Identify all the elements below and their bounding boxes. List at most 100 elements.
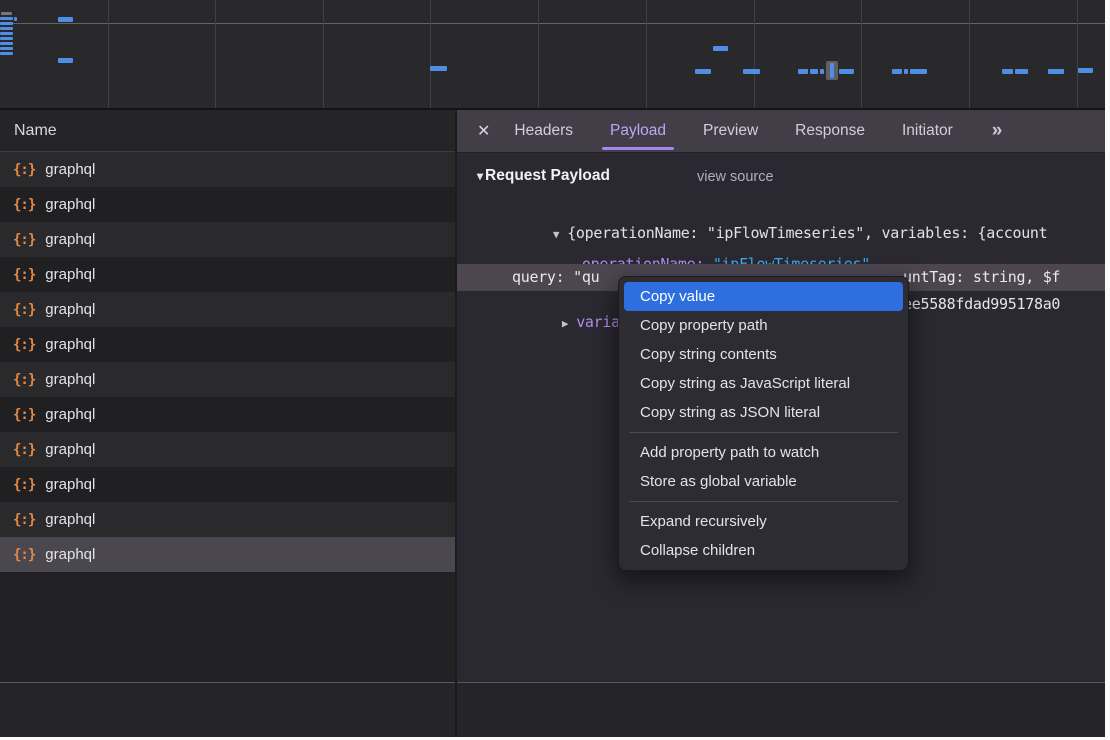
overview-request-bar	[0, 47, 13, 50]
menu-item-collapse-children[interactable]: Collapse children	[624, 536, 903, 565]
overview-request-bar	[904, 69, 908, 74]
json-braces-icon: {:}	[13, 512, 35, 528]
json-braces-icon: {:}	[13, 477, 35, 493]
menu-item-copy-string-contents[interactable]: Copy string contents	[624, 340, 903, 369]
tab-initiator[interactable]: Initiator	[902, 110, 953, 152]
overview-request-bar	[0, 22, 13, 25]
overview-request-bar	[713, 46, 728, 51]
window-edge-right	[1105, 0, 1110, 740]
tab-preview[interactable]: Preview	[703, 110, 758, 152]
menu-group: Add property path to watchStore as globa…	[619, 438, 908, 496]
request-payload-section[interactable]: ▾Request Payload	[477, 167, 610, 185]
network-overview-timeline[interactable]	[0, 0, 1105, 110]
overview-request-bar	[830, 63, 834, 78]
network-request-row[interactable]: {:} graphql	[0, 467, 455, 502]
request-name-label: graphql	[45, 476, 95, 493]
overview-request-bar	[1, 12, 12, 15]
network-request-row[interactable]: {:}graphql	[0, 222, 455, 257]
request-name-label: graphql	[45, 406, 95, 423]
menu-item-copy-string-as-javascript-literal[interactable]: Copy string as JavaScript literal	[624, 369, 903, 398]
overview-gridline-vertical	[969, 0, 970, 108]
json-braces-icon: {:}	[13, 302, 35, 318]
overview-request-bar	[798, 69, 808, 74]
overview-gridline-vertical	[861, 0, 862, 108]
network-request-row[interactable]: {:}graphql	[0, 432, 455, 467]
request-name-label: graphql	[45, 511, 95, 528]
view-source-link[interactable]: view source	[697, 169, 774, 185]
tab-headers[interactable]: Headers	[514, 110, 573, 152]
overview-request-bar	[810, 69, 818, 74]
overview-gridline-vertical	[323, 0, 324, 108]
overview-gridline-vertical	[538, 0, 539, 108]
network-request-row[interactable]: {:}graphql	[0, 537, 455, 572]
overview-gridline-vertical	[1077, 0, 1078, 108]
json-braces-icon: {:}	[13, 232, 35, 248]
overview-request-bar	[58, 58, 73, 63]
request-rows-container: {:} graphql {:} graphql {:} graphql {:} graphql…	[0, 152, 455, 572]
more-tabs-icon[interactable]: »	[992, 120, 1001, 142]
json-braces-icon: {:}	[13, 267, 35, 283]
json-braces-icon: {:}	[13, 372, 35, 388]
overview-request-bar	[1015, 69, 1028, 74]
menu-separator	[629, 432, 898, 433]
request-name-label: graphql	[45, 336, 95, 353]
network-request-row[interactable]: {:}graphql	[0, 292, 455, 327]
overview-gridline-vertical	[754, 0, 755, 108]
network-request-row[interactable]: {:} graphql	[0, 152, 455, 187]
request-name-label: graphql	[45, 196, 95, 213]
network-request-row[interactable]: {:} graphql	[0, 327, 455, 362]
request-name-label: graphql	[45, 546, 95, 563]
overview-request-bar	[0, 52, 13, 55]
column-header-name[interactable]: Name	[0, 110, 455, 152]
menu-item-copy-property-path[interactable]: Copy property path	[624, 311, 903, 340]
menu-item-copy-string-as-json-literal[interactable]: Copy string as JSON literal	[624, 398, 903, 427]
json-braces-icon: {:}	[13, 162, 35, 178]
menu-item-expand-recursively[interactable]: Expand recursively	[624, 507, 903, 536]
panel-divider[interactable]	[455, 110, 457, 737]
payload-variables-row-right: ee5588fdad995178a0	[903, 295, 1060, 313]
menu-item-copy-value[interactable]: Copy value	[624, 282, 903, 311]
tab-response[interactable]: Response	[795, 110, 865, 152]
network-request-row[interactable]: {:} graphql	[0, 397, 455, 432]
json-braces-icon: {:}	[13, 197, 35, 213]
menu-group: Expand recursivelyCollapse children	[619, 507, 908, 565]
request-list-panel: Name {:}graphql{:}graphql{:}graphql{:}gr…	[0, 110, 455, 682]
request-name-label: graphql	[45, 266, 95, 283]
overview-request-bar	[1048, 69, 1064, 74]
network-request-row[interactable]: {:} graphql	[0, 502, 455, 537]
menu-item-store-as-global-variable[interactable]: Store as global variable	[624, 467, 903, 496]
overview-request-bar	[1078, 68, 1093, 73]
devtools-network-panel: Name {:}graphql{:}graphql{:}graphql{:}gr…	[0, 0, 1110, 740]
overview-request-bar	[839, 69, 854, 74]
json-braces-icon: {:}	[13, 337, 35, 353]
overview-request-bar	[1002, 69, 1013, 74]
overview-request-bar	[0, 37, 13, 40]
request-name-label: graphql	[45, 371, 95, 388]
summary-separator	[0, 682, 1105, 683]
collapsed-triangle-icon[interactable]: ▶	[562, 317, 568, 330]
overview-gridline-horizontal	[0, 23, 1105, 24]
network-request-row[interactable]: {:} graphql	[0, 187, 455, 222]
section-title: Request Payload	[485, 167, 610, 184]
overview-request-bar	[58, 17, 73, 22]
json-braces-icon: {:}	[13, 407, 35, 423]
overview-gridline-vertical	[108, 0, 109, 108]
menu-separator	[629, 501, 898, 502]
menu-group: Copy valueCopy property pathCopy string …	[619, 282, 908, 427]
overview-request-bar	[695, 69, 711, 74]
tab-payload[interactable]: Payload	[610, 110, 666, 152]
request-name-label: graphql	[45, 441, 95, 458]
request-name-label: graphql	[45, 161, 95, 178]
overview-request-bar	[0, 27, 13, 30]
close-icon[interactable]: ✕	[477, 121, 490, 141]
overview-request-bar	[0, 42, 13, 45]
menu-item-add-property-path-to-watch[interactable]: Add property path to watch	[624, 438, 903, 467]
summary-bar	[0, 683, 1105, 737]
context-menu: Copy valueCopy property pathCopy string …	[618, 276, 909, 571]
collapse-triangle-icon[interactable]: ▾	[477, 169, 483, 183]
overview-request-bar	[0, 17, 13, 20]
network-request-row[interactable]: {:} graphql	[0, 257, 455, 292]
overview-request-bar	[910, 69, 927, 74]
overview-gridline-vertical	[215, 0, 216, 108]
network-request-row[interactable]: {:} graphql	[0, 362, 455, 397]
